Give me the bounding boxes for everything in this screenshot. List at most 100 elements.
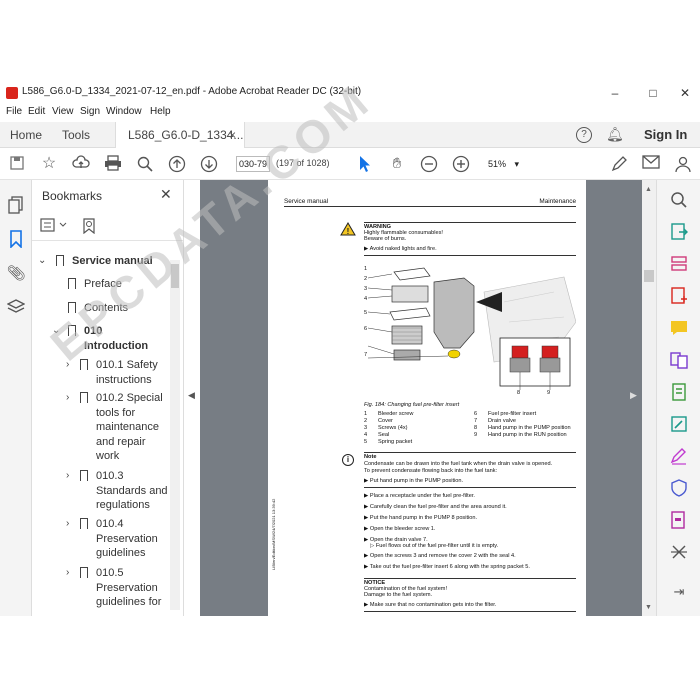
search-icon[interactable]	[669, 190, 689, 210]
combine-files-icon[interactable]	[669, 350, 689, 370]
tab-home[interactable]: Home	[10, 122, 42, 148]
page-thumbnails-icon[interactable]	[6, 196, 26, 216]
share-user-icon[interactable]	[674, 155, 692, 173]
upload-cloud-icon[interactable]	[72, 155, 90, 173]
collapse-right-pane-icon[interactable]: ⇥	[669, 584, 689, 604]
help-icon[interactable]: ?	[576, 127, 592, 143]
callout-7: 7	[364, 352, 368, 358]
bookmark-label: Service manual	[72, 255, 153, 267]
print-icon[interactable]	[104, 155, 122, 173]
page-header-right: Maintenance	[539, 198, 576, 205]
left-navigation-rail: 📎︎	[0, 180, 32, 616]
bookmarks-scrollbar[interactable]	[170, 260, 180, 610]
bookmark-icon	[80, 470, 88, 481]
redact-icon[interactable]	[669, 510, 689, 530]
bookmark-icon	[68, 278, 76, 289]
expand-panel-icon[interactable]: ▶	[630, 390, 637, 401]
comment-icon[interactable]	[669, 318, 689, 338]
layers-icon[interactable]	[6, 298, 26, 318]
window-title: L586_G6.0-D_1334_2021-07-12_en.pdf - Ado…	[22, 86, 362, 97]
notice-rule	[364, 578, 576, 579]
toolbar: ☆ 030-79 (197 of 1028) ✋︎ 51% ▾	[0, 148, 700, 180]
menu-edit[interactable]: Edit	[28, 106, 45, 117]
chevron-down-icon[interactable]: ⌄	[52, 324, 60, 339]
info-icon: i	[342, 454, 354, 466]
export-pdf-icon[interactable]	[669, 222, 689, 242]
scrollbar-thumb[interactable]	[171, 264, 179, 288]
scroll-down-icon[interactable]: ▼	[645, 604, 652, 611]
select-cursor-icon[interactable]	[356, 155, 374, 173]
warning-bullet: ▶ Avoid naked lights and fire.	[364, 246, 437, 252]
next-page-icon[interactable]	[200, 155, 218, 173]
bookmarks-panel: Bookmarks ✕ ⌄ Service manual Preface Con…	[32, 180, 184, 616]
legend-text: Hand pump in the RUN position	[488, 432, 567, 438]
maximize-button[interactable]: □	[638, 84, 668, 102]
panel-collapse-column: ◀	[184, 180, 200, 616]
legend-num: 8	[474, 425, 478, 431]
fill-sign-icon[interactable]	[669, 446, 689, 466]
legend-text: Fuel pre-filter insert	[488, 411, 537, 417]
save-icon[interactable]	[8, 155, 26, 173]
tab-tools[interactable]: Tools	[62, 122, 90, 148]
bookmarks-close-icon[interactable]: ✕	[160, 186, 172, 203]
page-header-left: Service manual	[284, 198, 329, 205]
menu-help[interactable]: Help	[150, 106, 171, 117]
chevron-down-icon[interactable]: ⌄	[38, 254, 46, 269]
step-result: ▷ Fuel flows out of the fuel pre-filter …	[370, 543, 499, 549]
previous-page-icon[interactable]	[168, 155, 186, 173]
step: ▶ Place a receptacle under the fuel pre-…	[364, 493, 475, 499]
menu-file[interactable]: File	[6, 106, 22, 117]
document-view[interactable]: Service manual Maintenance ! WARNING Hig…	[200, 180, 642, 616]
bookmarks-panel-icon[interactable]	[6, 230, 26, 250]
chevron-right-icon[interactable]: ›	[66, 358, 69, 373]
legend-num: 5	[364, 439, 368, 445]
menu-window[interactable]: Window	[106, 106, 142, 117]
edit-pdf-icon[interactable]	[669, 414, 689, 434]
find-bookmark-icon[interactable]	[82, 218, 96, 239]
tab-document[interactable]: L586_G6.0-D_1334... ×	[115, 122, 245, 149]
bookmark-options-icon[interactable]	[40, 218, 70, 235]
bookmark-icon	[80, 518, 88, 529]
sign-in-button[interactable]: Sign In	[644, 122, 687, 148]
zoom-value: 51%	[488, 159, 507, 169]
scrollbar-thumb[interactable]	[644, 270, 654, 282]
notice-bullet: ▶ Make sure that no contamination gets i…	[364, 602, 497, 608]
page-number-input[interactable]: 030-79	[236, 156, 270, 172]
chevron-right-icon[interactable]: ›	[66, 391, 69, 406]
zoom-out-icon[interactable]	[420, 155, 438, 173]
menu-bar: File Edit View Sign Window Help	[0, 104, 700, 122]
fuel-prefilter-figure: 1 2 3 4 5 6 7 8 9	[364, 262, 577, 400]
chevron-right-icon[interactable]: ›	[66, 469, 69, 484]
email-icon[interactable]	[642, 155, 660, 173]
scroll-up-icon[interactable]: ▲	[645, 186, 652, 193]
collapse-panel-icon[interactable]: ◀	[188, 390, 195, 401]
compress-pdf-icon[interactable]	[669, 382, 689, 402]
minimize-button[interactable]: –	[600, 84, 630, 102]
page-count: (197 of 1028)	[276, 158, 330, 168]
protect-shield-icon[interactable]	[669, 478, 689, 498]
notification-bell-icon[interactable]: 🔔︎	[606, 126, 624, 143]
organize-pages-icon[interactable]	[669, 254, 689, 274]
step-text: Place a receptacle under the fuel pre-fi…	[369, 493, 475, 499]
bookmark-star-icon[interactable]: ☆	[40, 155, 58, 173]
tab-close-icon[interactable]: ×	[229, 122, 236, 148]
menu-view[interactable]: View	[52, 106, 74, 117]
zoom-select[interactable]: 51% ▾	[482, 156, 522, 172]
find-zoom-icon[interactable]	[136, 155, 154, 173]
zoom-in-icon[interactable]	[452, 155, 470, 173]
more-tools-icon[interactable]	[669, 542, 689, 562]
chevron-right-icon[interactable]: ›	[66, 517, 69, 532]
bookmark-icon	[68, 325, 76, 336]
close-window-button[interactable]: ✕	[670, 84, 700, 102]
legend-text: Seal	[378, 432, 390, 438]
document-scrollbar[interactable]: ▲ ▼	[642, 180, 656, 616]
step: ▶ Carefully clean the fuel pre-filter an…	[364, 504, 507, 510]
attachments-paperclip-icon[interactable]: 📎︎	[6, 264, 26, 284]
create-pdf-icon[interactable]	[669, 286, 689, 306]
menu-sign[interactable]: Sign	[80, 106, 100, 117]
legend-num: 2	[364, 418, 368, 424]
chevron-down-icon: ▾	[514, 159, 520, 169]
chevron-right-icon[interactable]: ›	[66, 566, 69, 581]
sign-pen-icon[interactable]	[610, 155, 628, 173]
hand-tool-icon[interactable]: ✋︎	[388, 155, 406, 173]
